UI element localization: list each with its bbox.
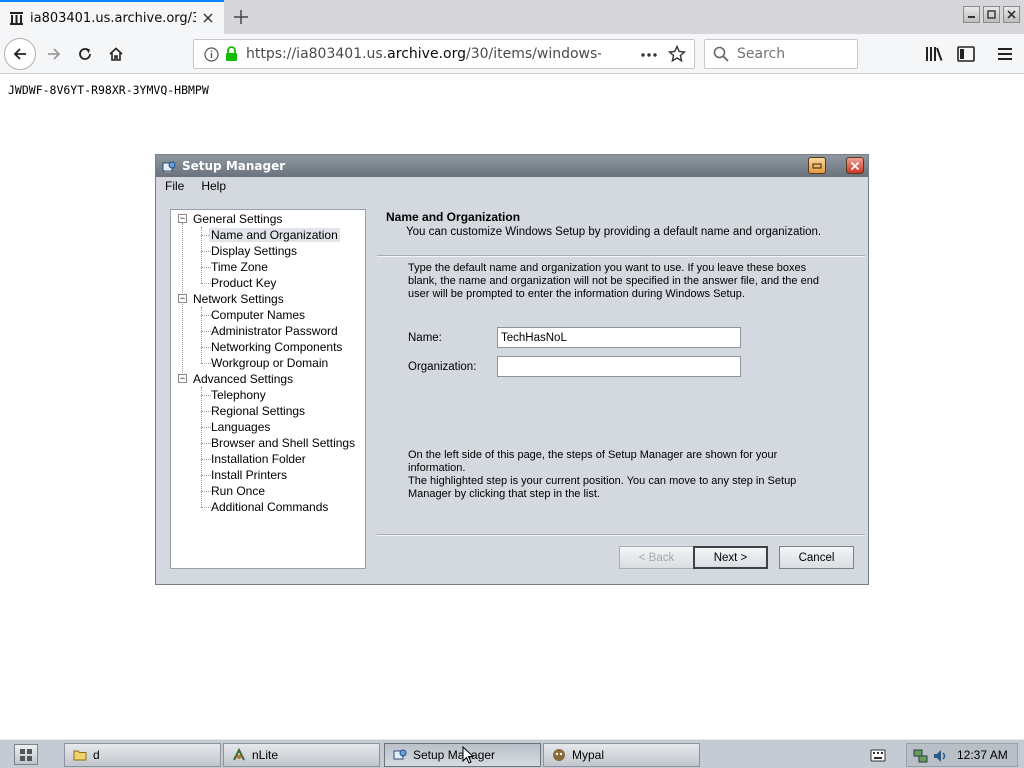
new-tab-button[interactable] <box>230 6 252 28</box>
start-menu-button[interactable] <box>14 744 38 765</box>
volume-icon[interactable] <box>932 748 948 768</box>
setup-manager-icon <box>162 159 176 173</box>
secure-lock-icon <box>225 46 238 66</box>
tree-item-telephony[interactable]: Telephony <box>211 387 266 403</box>
browser-nav-bar: https://ia803401.us.archive.org/30/items… <box>0 34 1024 74</box>
setup-manager-icon <box>393 748 407 762</box>
footer-text: On the left side of this page, the steps… <box>408 449 797 500</box>
panel-subtitle: You can customize Windows Setup by provi… <box>406 226 822 238</box>
close-window-button[interactable] <box>1003 6 1020 23</box>
organization-field[interactable] <box>497 356 741 377</box>
close-tab-icon[interactable] <box>200 10 216 26</box>
menu-file[interactable]: File <box>156 177 192 196</box>
taskbar: d nLite Setup Manager Mypal 12:37 AM <box>0 739 1024 768</box>
menu-bar: File Help <box>156 177 868 196</box>
taskbar-item-nlite[interactable]: nLite <box>223 743 380 767</box>
next-button[interactable]: Next > <box>693 546 768 569</box>
url-text: https://ia803401.us.archive.org/30/items… <box>246 46 601 62</box>
taskbar-item-label: Setup Manager <box>413 748 496 762</box>
mypal-icon <box>552 748 566 762</box>
browser-tab[interactable]: ia803401.us.archive.org/30/ <box>0 0 224 34</box>
tree-item-workgroup-or-domain[interactable]: Workgroup or Domain <box>211 355 328 371</box>
cancel-button[interactable]: Cancel <box>779 546 854 569</box>
sidebar-toggle-icon[interactable] <box>950 38 982 70</box>
window-close-button[interactable] <box>846 157 864 174</box>
collapse-icon[interactable]: − <box>178 214 187 223</box>
maximize-window-button[interactable] <box>983 6 1000 23</box>
tree-item-run-once[interactable]: Run Once <box>211 483 265 499</box>
tab-title: ia803401.us.archive.org/30/ <box>30 10 196 26</box>
product-key-text: JWDWF-8V6YT-R98XR-3YMVQ-HBMPW <box>8 83 209 97</box>
forward-button[interactable] <box>38 38 70 70</box>
reload-button[interactable] <box>69 38 101 70</box>
tree-item-additional-commands[interactable]: Additional Commands <box>211 499 328 515</box>
taskbar-item-label: d <box>93 748 100 762</box>
tree-item-languages[interactable]: Languages <box>211 419 270 435</box>
menu-help[interactable]: Help <box>192 177 234 196</box>
setup-manager-window: Setup Manager File Help − General Settin… <box>155 154 869 585</box>
taskbar-item-folder[interactable]: d <box>64 743 221 767</box>
window-controls <box>963 6 1020 23</box>
library-icon[interactable] <box>918 38 950 70</box>
tree-item-installation-folder[interactable]: Installation Folder <box>211 451 306 467</box>
browser-tab-bar: ia803401.us.archive.org/30/ <box>0 0 1024 34</box>
system-tray: 12:37 AM <box>906 743 1018 767</box>
archive-org-icon <box>8 10 24 26</box>
tree-item-install-printers[interactable]: Install Printers <box>211 467 287 483</box>
collapse-icon[interactable]: − <box>178 294 187 303</box>
taskbar-item-label: Mypal <box>572 748 605 762</box>
window-minimize-button[interactable] <box>808 157 826 174</box>
search-bar[interactable]: Search <box>704 39 858 69</box>
tree-item-administrator-password[interactable]: Administrator Password <box>211 323 338 339</box>
network-icon[interactable] <box>913 748 929 768</box>
header-divider <box>377 255 865 257</box>
taskbar-item-label: nLite <box>252 748 279 762</box>
tree-item-networking-components[interactable]: Networking Components <box>211 339 342 355</box>
page-actions-icon[interactable] <box>640 47 658 66</box>
home-button[interactable] <box>100 38 132 70</box>
hamburger-menu-icon[interactable] <box>989 38 1021 70</box>
minimize-window-button[interactable] <box>963 6 980 23</box>
panel-title: Name and Organization <box>386 210 521 224</box>
tree-item-browser-and-shell-settings[interactable]: Browser and Shell Settings <box>211 435 355 451</box>
window-title: Setup Manager <box>182 159 286 173</box>
tree-item-display-settings[interactable]: Display Settings <box>211 243 297 259</box>
window-title-bar[interactable]: Setup Manager <box>156 155 868 177</box>
bookmark-star-icon[interactable] <box>667 44 687 67</box>
back-wizard-button[interactable]: < Back <box>619 546 694 569</box>
name-label: Name: <box>408 332 442 344</box>
taskbar-item-mypal[interactable]: Mypal <box>543 743 700 767</box>
collapse-icon[interactable]: − <box>178 374 187 383</box>
footer-divider <box>377 534 865 536</box>
folder-icon <box>73 748 87 762</box>
search-placeholder: Search <box>737 46 786 62</box>
url-bar[interactable]: https://ia803401.us.archive.org/30/items… <box>193 39 695 69</box>
search-icon <box>713 46 729 66</box>
tree-item-product-key[interactable]: Product Key <box>211 275 276 291</box>
mouse-cursor-icon <box>462 745 475 768</box>
organization-label: Organization: <box>408 361 477 373</box>
info-icon[interactable] <box>204 47 219 66</box>
keyboard-icon[interactable] <box>870 747 886 762</box>
nlite-icon <box>232 748 246 762</box>
tree-item-time-zone[interactable]: Time Zone <box>211 259 268 275</box>
back-button[interactable] <box>4 38 36 70</box>
name-field[interactable] <box>497 327 741 348</box>
clock: 12:37 AM <box>957 748 1008 762</box>
tree-item-computer-names[interactable]: Computer Names <box>211 307 305 323</box>
tree-item-regional-settings[interactable]: Regional Settings <box>211 403 305 419</box>
tree-item-name-and-organization[interactable]: Name and Organization <box>209 227 340 243</box>
settings-tree: − General Settings Name and Organization… <box>170 209 366 569</box>
intro-text: Type the default name and organization y… <box>408 262 819 300</box>
